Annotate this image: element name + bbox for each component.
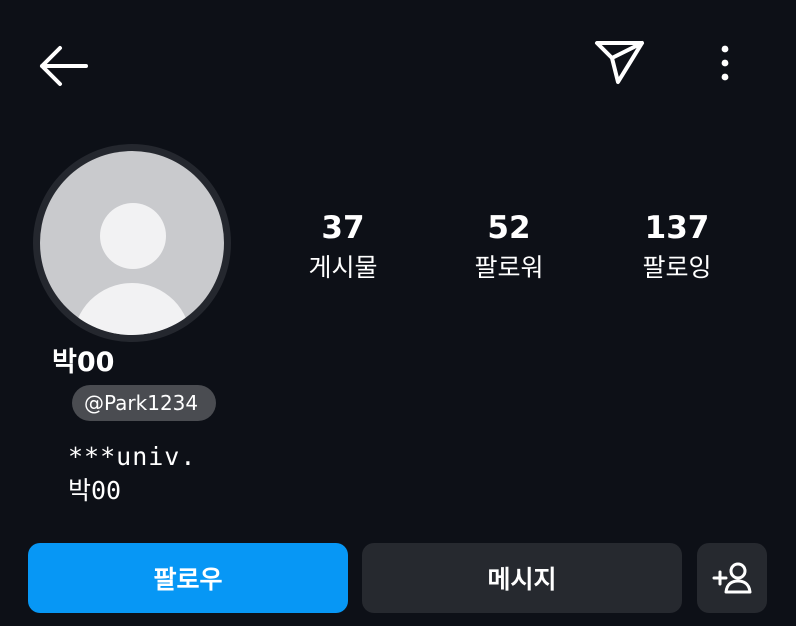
follow-button-label: 팔로우 bbox=[153, 565, 223, 594]
message-button[interactable]: 메시지 bbox=[362, 543, 682, 613]
arrow-left-icon bbox=[36, 44, 92, 88]
following-label: 팔로잉 bbox=[642, 253, 712, 282]
followers-count: 52 bbox=[487, 210, 531, 246]
add-person-icon bbox=[710, 558, 754, 598]
stat-posts[interactable]: 37 게시물 bbox=[268, 208, 418, 284]
posts-count: 37 bbox=[321, 210, 365, 246]
back-button[interactable] bbox=[36, 44, 92, 88]
stat-followers[interactable]: 52 팔로워 bbox=[434, 208, 584, 284]
message-button-label: 메시지 bbox=[487, 565, 557, 594]
profile-display-name: 박00 bbox=[52, 347, 115, 378]
bio-line-1: ***univ. bbox=[68, 442, 197, 471]
bio-line-2: 박00 bbox=[68, 476, 122, 505]
paper-plane-icon bbox=[592, 36, 648, 88]
stat-following[interactable]: 137 팔로잉 bbox=[602, 208, 752, 284]
avatar-head-shape bbox=[100, 203, 166, 269]
suggested-accounts-button[interactable] bbox=[697, 543, 767, 613]
following-count: 137 bbox=[644, 210, 710, 246]
more-vertical-icon bbox=[708, 40, 742, 86]
follow-button[interactable]: 팔로우 bbox=[28, 543, 348, 613]
profile-avatar[interactable] bbox=[33, 144, 231, 342]
avatar-body-shape bbox=[73, 283, 191, 335]
followers-label: 팔로워 bbox=[474, 253, 544, 282]
default-avatar-icon bbox=[40, 151, 224, 335]
more-options-button[interactable] bbox=[708, 40, 742, 86]
send-message-button[interactable] bbox=[592, 36, 648, 88]
username-badge[interactable]: @Park1234 bbox=[72, 385, 217, 421]
posts-label: 게시물 bbox=[308, 253, 378, 282]
